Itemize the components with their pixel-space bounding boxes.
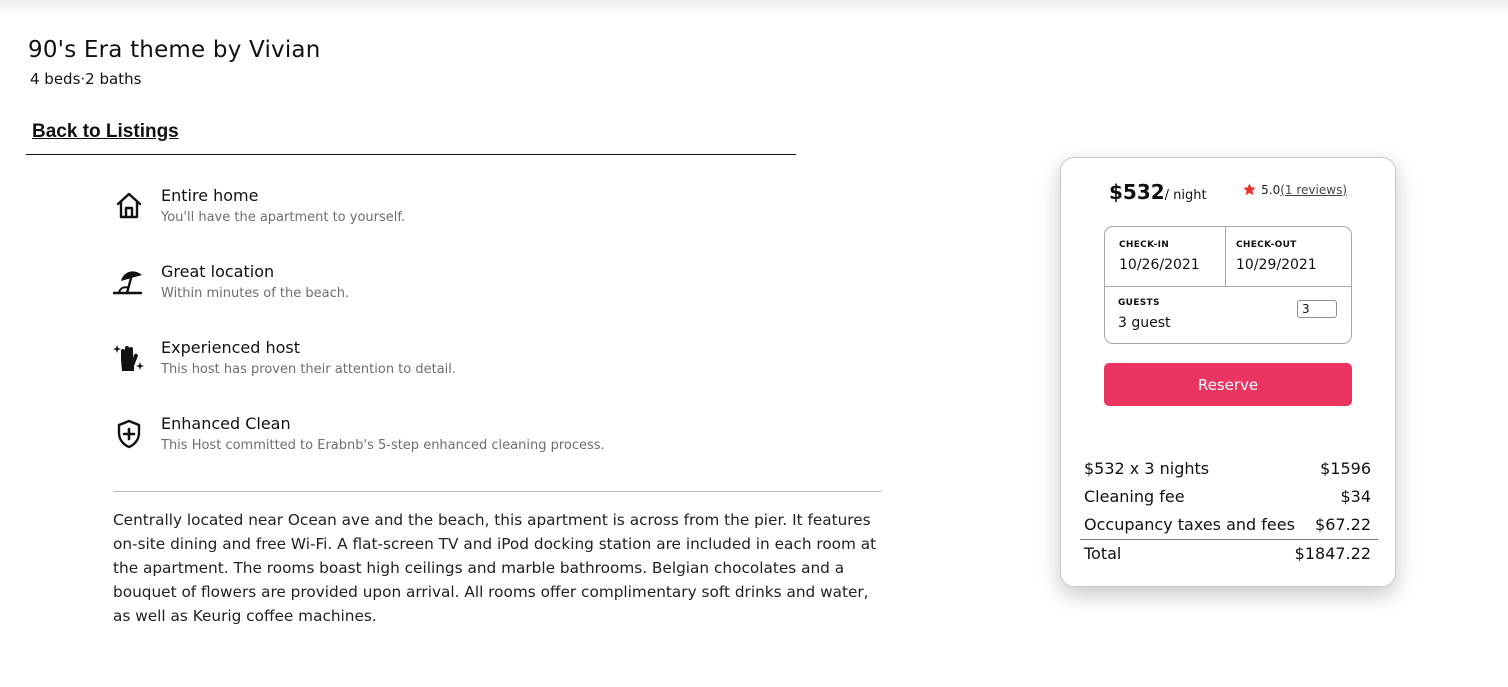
- line-label: $532 x 3 nights: [1084, 459, 1210, 478]
- line-amount: $34: [1340, 487, 1371, 506]
- sparkle-hand-icon: [113, 345, 144, 371]
- reserve-button[interactable]: Reserve: [1104, 363, 1352, 406]
- guests-label: GUESTS: [1118, 298, 1160, 308]
- feature-entire-home: Entire home You'll have the apartment to…: [113, 186, 813, 236]
- checkout-label: CHECK-OUT: [1236, 240, 1297, 250]
- feature-great-location: Great location Within minutes of the bea…: [113, 262, 813, 312]
- shield-plus-icon: [117, 419, 141, 449]
- checkout-value: 10/29/2021: [1236, 257, 1317, 273]
- listing-description: Centrally located near Ocean ave and the…: [113, 511, 877, 625]
- listing-subtitle: 4 beds·2 baths: [30, 70, 142, 88]
- booking-card: $532/ night 5.0 (1 reviews) CHECK-IN 10/2…: [1060, 157, 1396, 587]
- line-amount: $67.22: [1315, 515, 1371, 534]
- feature-description: This Host committed to Erabnb's 5-step e…: [161, 438, 605, 453]
- guests-value: 3 guest: [1118, 315, 1171, 331]
- price-per-night: $532/ night: [1109, 180, 1207, 204]
- reviews-link[interactable]: (1 reviews): [1280, 183, 1347, 197]
- divider: [26, 154, 796, 155]
- divider: [1080, 539, 1378, 540]
- feature-name: Entire home: [161, 186, 259, 205]
- home-icon: [116, 192, 142, 219]
- checkin-value: 10/26/2021: [1119, 257, 1200, 273]
- star-icon: [1243, 183, 1256, 196]
- rating-value: 5.0: [1261, 182, 1281, 197]
- feature-description: Within minutes of the beach.: [161, 286, 350, 301]
- total-label: Total: [1084, 544, 1122, 563]
- feature-description: You'll have the apartment to yourself.: [161, 210, 406, 225]
- top-shadow: [0, 0, 1508, 14]
- line-label: Cleaning fee: [1084, 487, 1185, 506]
- beach-umbrella-icon: [113, 271, 143, 295]
- total-amount: $1847.22: [1294, 544, 1371, 563]
- booking-inputs: CHECK-IN 10/26/2021 CHECK-OUT 10/29/2021…: [1104, 226, 1352, 344]
- back-to-listings-link[interactable]: Back to Listings: [32, 121, 179, 143]
- checkout-field[interactable]: CHECK-OUT 10/29/2021: [1226, 227, 1352, 286]
- line-label: Occupancy taxes and fees: [1084, 515, 1295, 534]
- line-amount: $1596: [1320, 459, 1371, 478]
- feature-description: This host has proven their attention to …: [161, 362, 457, 377]
- feature-name: Great location: [161, 262, 275, 281]
- price-line-total: Total $1847.22: [1084, 544, 1371, 563]
- checkin-label: CHECK-IN: [1119, 240, 1170, 250]
- feature-enhanced-clean: Enhanced Clean This Host committed to Er…: [113, 414, 813, 464]
- divider: [113, 491, 882, 492]
- price-line-cleaning: Cleaning fee $34: [1084, 487, 1371, 506]
- listing-title: 90's Era theme by Vivian: [28, 37, 321, 63]
- feature-experienced-host: Experienced host This host has proven th…: [113, 338, 813, 388]
- checkin-field[interactable]: CHECK-IN 10/26/2021: [1105, 227, 1225, 286]
- feature-name: Enhanced Clean: [161, 414, 291, 433]
- price-line-taxes: Occupancy taxes and fees $67.22: [1084, 515, 1371, 534]
- divider: [1105, 286, 1351, 287]
- rating: 5.0 (1 reviews): [1242, 182, 1347, 197]
- price-line-nights: $532 x 3 nights $1596: [1084, 459, 1371, 478]
- feature-name: Experienced host: [161, 338, 301, 357]
- price-amount: $532: [1109, 180, 1165, 204]
- per-night-label: / night: [1164, 188, 1207, 203]
- guests-input[interactable]: [1297, 300, 1337, 318]
